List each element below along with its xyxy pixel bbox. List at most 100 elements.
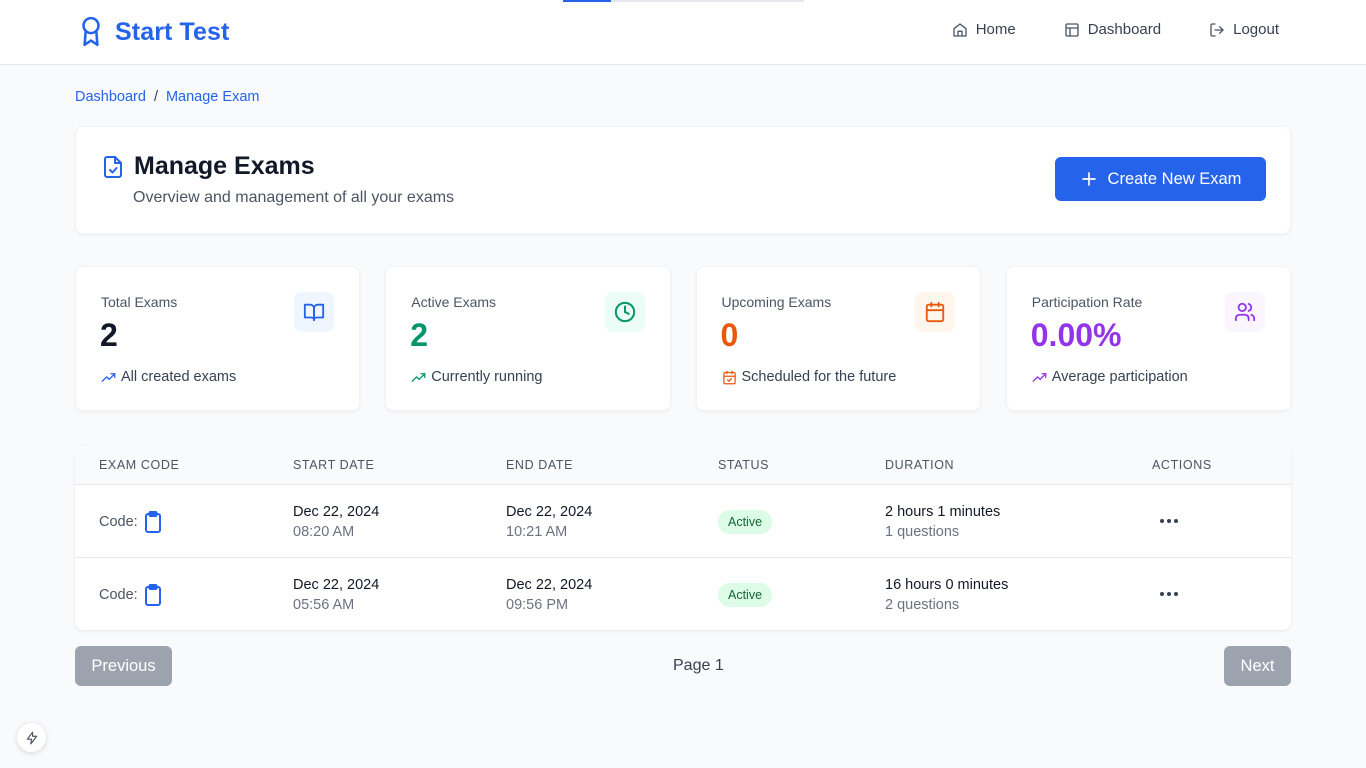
table-row: Code: Dec 22, 2024 08:20 AM Dec 22, 2024…: [75, 485, 1291, 558]
stats-row: Total Exams 2 All created exams Active E…: [75, 266, 1291, 411]
stat-value: 2: [100, 317, 118, 353]
clock-icon: [614, 301, 635, 323]
stat-footer-text: Scheduled for the future: [741, 369, 897, 385]
row-actions-button[interactable]: [1157, 584, 1181, 604]
end-time: 09:56 PM: [506, 597, 569, 613]
column-header-start-date: START DATE: [293, 458, 375, 472]
start-date-cell: Dec 22, 2024 08:20 AM: [293, 502, 379, 542]
stat-card-active-exams: Active Exams 2 Currently running: [385, 266, 671, 411]
award-ribbon-icon: [82, 16, 100, 47]
status-badge: Active: [718, 583, 773, 607]
file-check-icon: [104, 155, 122, 178]
page-header-card: Manage Exams Overview and management of …: [75, 126, 1291, 234]
pagination: Previous Page 1 Next: [75, 646, 1291, 686]
column-header-duration: DURATION: [885, 458, 955, 472]
calendar-icon: [925, 301, 944, 323]
column-header-exam-code: EXAM CODE: [99, 458, 180, 472]
end-date-cell: Dec 22, 2024 09:56 PM: [506, 575, 592, 615]
breadcrumb-separator: /: [153, 89, 158, 105]
stat-icon-box: [604, 292, 645, 332]
book-open-icon: [304, 303, 325, 322]
top-navbar: Start Test Home Dashboard Logout: [0, 0, 1366, 65]
create-new-exam-button[interactable]: Create New Exam: [1055, 157, 1266, 201]
table-row: Code: Dec 22, 2024 05:56 AM Dec 22, 2024…: [75, 558, 1291, 630]
stat-label: Upcoming Exams: [721, 294, 832, 310]
stat-value: 0: [720, 317, 739, 353]
question-count: 1 questions: [885, 524, 960, 540]
stat-value: 0.00%: [1030, 317, 1122, 353]
column-header-status: STATUS: [718, 458, 770, 472]
end-date: Dec 22, 2024: [506, 504, 593, 520]
nav-home-link[interactable]: Home: [952, 21, 1016, 38]
nav-logout-label: Logout: [1233, 21, 1279, 38]
trending-up-icon: [411, 372, 426, 382]
calendar-check-icon: [722, 370, 736, 384]
nav-dashboard-link[interactable]: Dashboard: [1064, 21, 1161, 38]
layout-icon: [1065, 22, 1079, 37]
trending-up-icon: [101, 372, 116, 382]
brand[interactable]: Start Test: [78, 16, 229, 48]
exams-table: EXAM CODE START DATE END DATE STATUS DUR…: [75, 446, 1291, 630]
stat-icon-box: [914, 292, 955, 332]
brand-title: Start Test: [115, 17, 230, 46]
stat-value: 2: [410, 317, 429, 353]
more-horizontal-icon: [1160, 519, 1178, 523]
code-label: Code:: [99, 514, 138, 530]
nav-home-label: Home: [975, 21, 1016, 38]
nav-links: Home Dashboard Logout: [952, 21, 1279, 38]
next-page-button[interactable]: Next: [1224, 646, 1291, 686]
clipboard-icon[interactable]: [144, 584, 162, 606]
stat-icon-box: [1225, 292, 1265, 332]
row-actions-button[interactable]: [1157, 511, 1181, 531]
start-date-cell: Dec 22, 2024 05:56 AM: [293, 575, 379, 615]
column-header-actions: ACTIONS: [1152, 458, 1212, 472]
lightning-bolt-icon: [26, 731, 37, 744]
quick-action-button[interactable]: [17, 723, 46, 752]
stat-card-participation-rate: Participation Rate 0.00% Average partici…: [1005, 266, 1291, 411]
page-loading-bar: [563, 0, 804, 2]
page-subtitle: Overview and management of all your exam…: [133, 189, 455, 206]
stat-footer: Scheduled for the future: [722, 369, 897, 385]
page-title: Manage Exams: [134, 152, 315, 180]
nav-logout-link[interactable]: Logout: [1209, 21, 1279, 38]
users-icon: [1234, 302, 1256, 322]
start-date: Dec 22, 2024: [293, 577, 380, 593]
stat-label: Participation Rate: [1031, 294, 1143, 310]
stat-footer: All created exams: [101, 369, 236, 385]
start-date: Dec 22, 2024: [293, 504, 380, 520]
plus-icon: [1081, 172, 1096, 186]
start-time: 08:20 AM: [293, 524, 355, 540]
stat-label: Active Exams: [411, 294, 497, 310]
duration-cell: 2 hours 1 minutes 1 questions: [885, 502, 1000, 542]
breadcrumb-current[interactable]: Manage Exam: [166, 89, 260, 105]
trending-up-icon: [1032, 372, 1047, 382]
stat-icon-box: [294, 292, 335, 332]
breadcrumb-dashboard-link[interactable]: Dashboard: [75, 89, 146, 105]
status-badge: Active: [718, 510, 773, 534]
page-indicator: Page 1: [673, 657, 724, 674]
nav-dashboard-label: Dashboard: [1087, 21, 1162, 38]
more-horizontal-icon: [1160, 592, 1178, 596]
exam-code-cell: Code:: [99, 584, 162, 606]
previous-page-button[interactable]: Previous: [75, 646, 172, 686]
stat-footer-text: Currently running: [431, 369, 543, 385]
home-icon: [953, 22, 967, 37]
code-label: Code:: [99, 587, 138, 603]
breadcrumb: Dashboard / Manage Exam: [75, 89, 259, 105]
stat-footer: Currently running: [411, 369, 542, 385]
end-time: 10:21 AM: [506, 524, 568, 540]
page-title-row: Manage Exams: [102, 152, 315, 181]
stat-card-upcoming-exams: Upcoming Exams 0 Scheduled for the futur…: [695, 266, 981, 411]
stat-footer-text: Average participation: [1051, 369, 1188, 385]
end-date-cell: Dec 22, 2024 10:21 AM: [506, 502, 592, 542]
stat-footer: Average participation: [1032, 369, 1188, 385]
exam-code-cell: Code:: [99, 511, 162, 533]
clipboard-icon[interactable]: [144, 511, 162, 533]
start-time: 05:56 AM: [293, 597, 355, 613]
table-header: EXAM CODE START DATE END DATE STATUS DUR…: [75, 446, 1291, 485]
column-header-end-date: END DATE: [506, 458, 574, 472]
stat-card-total-exams: Total Exams 2 All created exams: [75, 266, 361, 411]
logout-icon: [1210, 22, 1224, 37]
end-date: Dec 22, 2024: [506, 577, 593, 593]
question-count: 2 questions: [885, 597, 960, 613]
